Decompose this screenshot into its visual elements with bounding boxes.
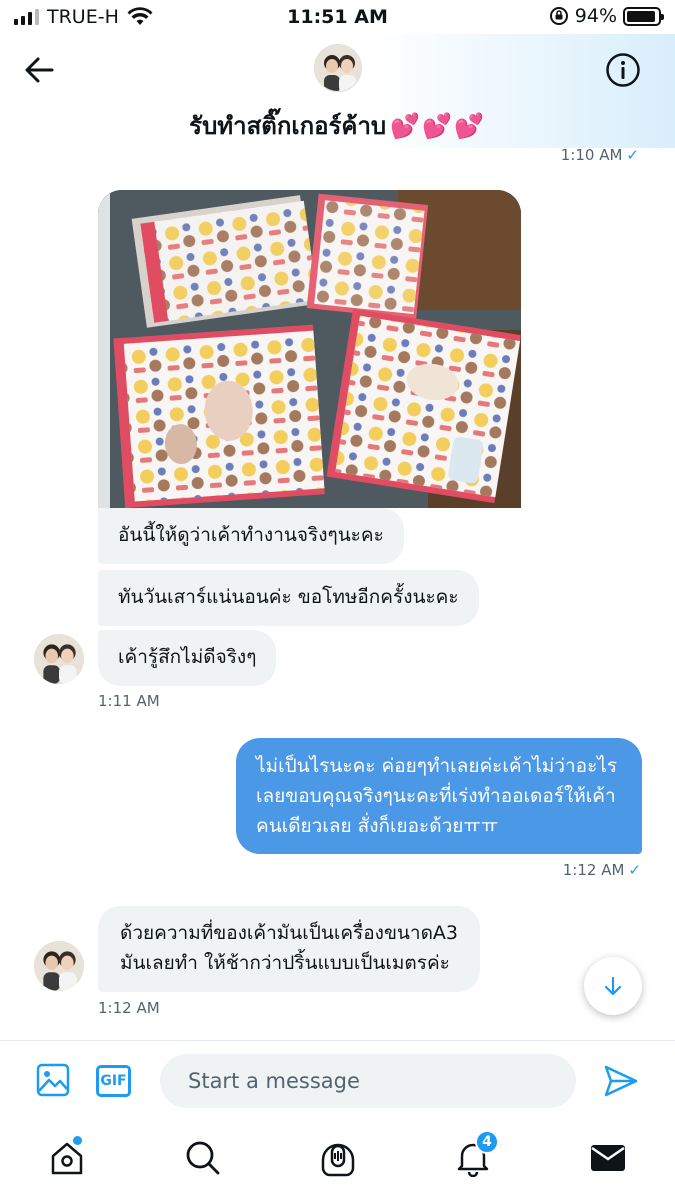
avatar-photo-icon bbox=[34, 941, 84, 991]
home-unread-dot bbox=[73, 1136, 82, 1145]
status-right: 94% bbox=[549, 5, 664, 27]
send-button[interactable] bbox=[602, 1063, 640, 1099]
timestamp-text: 1:10 AM bbox=[560, 146, 623, 164]
message-timestamp: 1:12 AM ✓ bbox=[563, 861, 641, 879]
envelope-icon bbox=[591, 1145, 625, 1171]
nav-notifications[interactable]: 4 bbox=[451, 1130, 499, 1180]
image-button[interactable] bbox=[36, 1063, 70, 1097]
info-button[interactable] bbox=[605, 52, 641, 88]
conversation-header: รับทำสติ๊กเกอร์ค้าบ 💕💕💕 bbox=[0, 34, 675, 148]
notification-badge: 4 bbox=[475, 1130, 499, 1154]
search-icon bbox=[186, 1141, 220, 1175]
battery-percent: 94% bbox=[574, 5, 617, 27]
bottom-nav: 4 bbox=[0, 1120, 675, 1200]
back-button[interactable] bbox=[20, 52, 60, 88]
message-text: เค้ารู้สึกไม่ดีจริงๆ bbox=[118, 646, 257, 668]
title-emoji: 💕💕💕 bbox=[390, 112, 486, 140]
battery-icon bbox=[623, 6, 664, 26]
conversation-title: รับทำสติ๊กเกอร์ค้าบ 💕💕💕 bbox=[0, 106, 675, 145]
nav-search[interactable] bbox=[181, 1136, 225, 1180]
nav-spaces[interactable] bbox=[316, 1136, 360, 1180]
rotation-lock-icon bbox=[549, 7, 568, 25]
message-timestamp: 1:10 AM ✓ bbox=[561, 146, 639, 164]
message-composer: GIF bbox=[0, 1040, 675, 1120]
timestamp-text: 1:12 AM bbox=[562, 861, 625, 879]
avatar-photo-icon bbox=[34, 634, 84, 684]
incoming-message[interactable]: อันนี้ให้ดูว่าเค้าทำงานจริงๆนะคะ bbox=[98, 508, 404, 564]
message-timestamp: 1:11 AM bbox=[98, 692, 160, 710]
incoming-message[interactable]: ด้วยความที่ของเค้ามันเป็นเครื่องขนาดA3 ม… bbox=[98, 906, 481, 992]
message-text-line: ด้วยความที่ของเค้ามันเป็นเครื่องขนาดA3 bbox=[120, 922, 459, 944]
message-photo[interactable] bbox=[98, 190, 521, 508]
sender-avatar[interactable] bbox=[34, 941, 84, 991]
sender-avatar[interactable] bbox=[34, 634, 84, 684]
sent-check-icon: ✓ bbox=[628, 861, 641, 879]
sticker-sheets-photo bbox=[98, 190, 521, 508]
incoming-message[interactable]: ทันวันเสาร์แน่นอนค่ะ ขอโทษอีกครั้งนะคะ bbox=[98, 570, 479, 626]
message-text: อันนี้ให้ดูว่าเค้าทำงานจริงๆนะคะ bbox=[118, 524, 384, 546]
nav-home[interactable] bbox=[45, 1136, 89, 1180]
sent-check-icon: ✓ bbox=[626, 146, 639, 164]
message-timestamp: 1:12 AM bbox=[98, 999, 160, 1017]
title-text: รับทำสติ๊กเกอร์ค้าบ bbox=[189, 112, 387, 140]
scroll-to-bottom-button[interactable] bbox=[584, 957, 642, 1015]
arrow-down-icon bbox=[604, 976, 622, 996]
message-input[interactable] bbox=[160, 1054, 576, 1108]
message-text-line: มันเลยทำ ให้ช้ากว่าปริ้นแบบเป็นเมตรค่ะ bbox=[120, 952, 450, 974]
message-text: ทันวันเสาร์แน่นอนค่ะ ขอโทษอีกครั้งนะคะ bbox=[118, 586, 459, 608]
microphone-spaces-icon bbox=[321, 1143, 355, 1177]
header-avatar[interactable] bbox=[314, 44, 362, 92]
avatar-photo-icon bbox=[315, 45, 361, 91]
outgoing-message[interactable]: ไม่เป็นไรนะคะ ค่อยๆทำเลยค่ะเค้าไม่ว่าอะไ… bbox=[236, 738, 642, 854]
status-bar: TRUE-H 11:51 AM 94% bbox=[0, 0, 675, 34]
gif-button[interactable]: GIF bbox=[96, 1065, 131, 1097]
home-icon bbox=[51, 1142, 83, 1175]
battery-fill bbox=[627, 10, 656, 22]
incoming-message[interactable]: เค้ารู้สึกไม่ดีจริงๆ bbox=[98, 630, 277, 686]
nav-messages[interactable] bbox=[586, 1136, 630, 1180]
message-text: ไม่เป็นไรนะคะ ค่อยๆทำเลยค่ะเค้าไม่ว่าอะไ… bbox=[256, 755, 618, 837]
